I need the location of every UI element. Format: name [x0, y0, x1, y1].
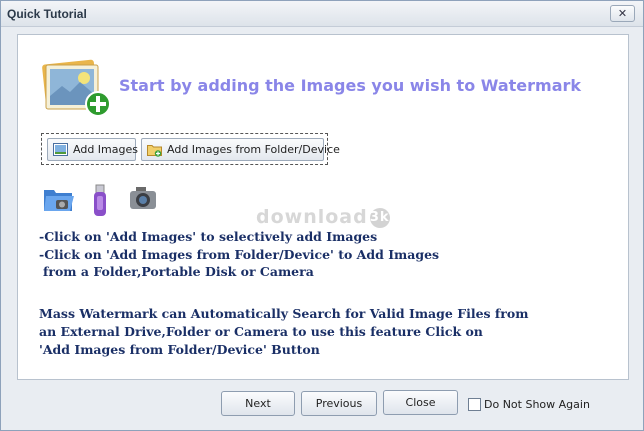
- close-button[interactable]: Close: [383, 390, 458, 415]
- image-icon: [53, 142, 68, 156]
- add-images-button[interactable]: Add Images: [47, 138, 138, 161]
- info-line-1: Mass Watermark can Automatically Search …: [39, 306, 529, 321]
- instruction-line-3: from a Folder,Portable Disk or Camera: [43, 264, 314, 279]
- watermark-badge: 3k: [369, 208, 390, 228]
- usb-drive-icon: [94, 184, 106, 216]
- add-images-label: Add Images: [73, 143, 138, 156]
- add-images-from-folder-button[interactable]: Add Images from Folder/Device: [141, 138, 340, 161]
- quick-tutorial-window: Quick Tutorial ✕ Start by adding the Ima…: [0, 0, 644, 431]
- headline: Start by adding the Images you wish to W…: [119, 76, 582, 95]
- do-not-show-again-checkbox[interactable]: [468, 398, 481, 411]
- add-image-icon: [42, 59, 111, 117]
- info-line-3: 'Add Images from Folder/Device' Button: [39, 342, 320, 357]
- close-window-button[interactable]: ✕: [610, 5, 635, 22]
- watermark-text: download: [256, 206, 368, 228]
- add-buttons-group: Add Images Add Images from Folder/Device: [41, 133, 340, 165]
- title-bar: Quick Tutorial ✕: [1, 1, 643, 27]
- camera-icon: [130, 187, 156, 209]
- folder-icon: [44, 190, 74, 211]
- tutorial-panel: Start by adding the Images you wish to W…: [17, 34, 629, 380]
- next-button[interactable]: Next: [221, 391, 295, 416]
- window-title: Quick Tutorial: [7, 7, 87, 21]
- folder-add-icon: [147, 144, 162, 157]
- previous-button[interactable]: Previous: [301, 391, 377, 416]
- do-not-show-again-label[interactable]: Do Not Show Again: [484, 398, 590, 411]
- instruction-line-2: -Click on 'Add Images from Folder/Device…: [39, 247, 440, 262]
- info-line-2: an External Drive,Folder or Camera to us…: [39, 324, 483, 339]
- watermark-logo: download 3k: [256, 206, 390, 228]
- instruction-line-1: -Click on 'Add Images' to selectively ad…: [39, 229, 378, 244]
- add-folder-label: Add Images from Folder/Device: [167, 143, 340, 156]
